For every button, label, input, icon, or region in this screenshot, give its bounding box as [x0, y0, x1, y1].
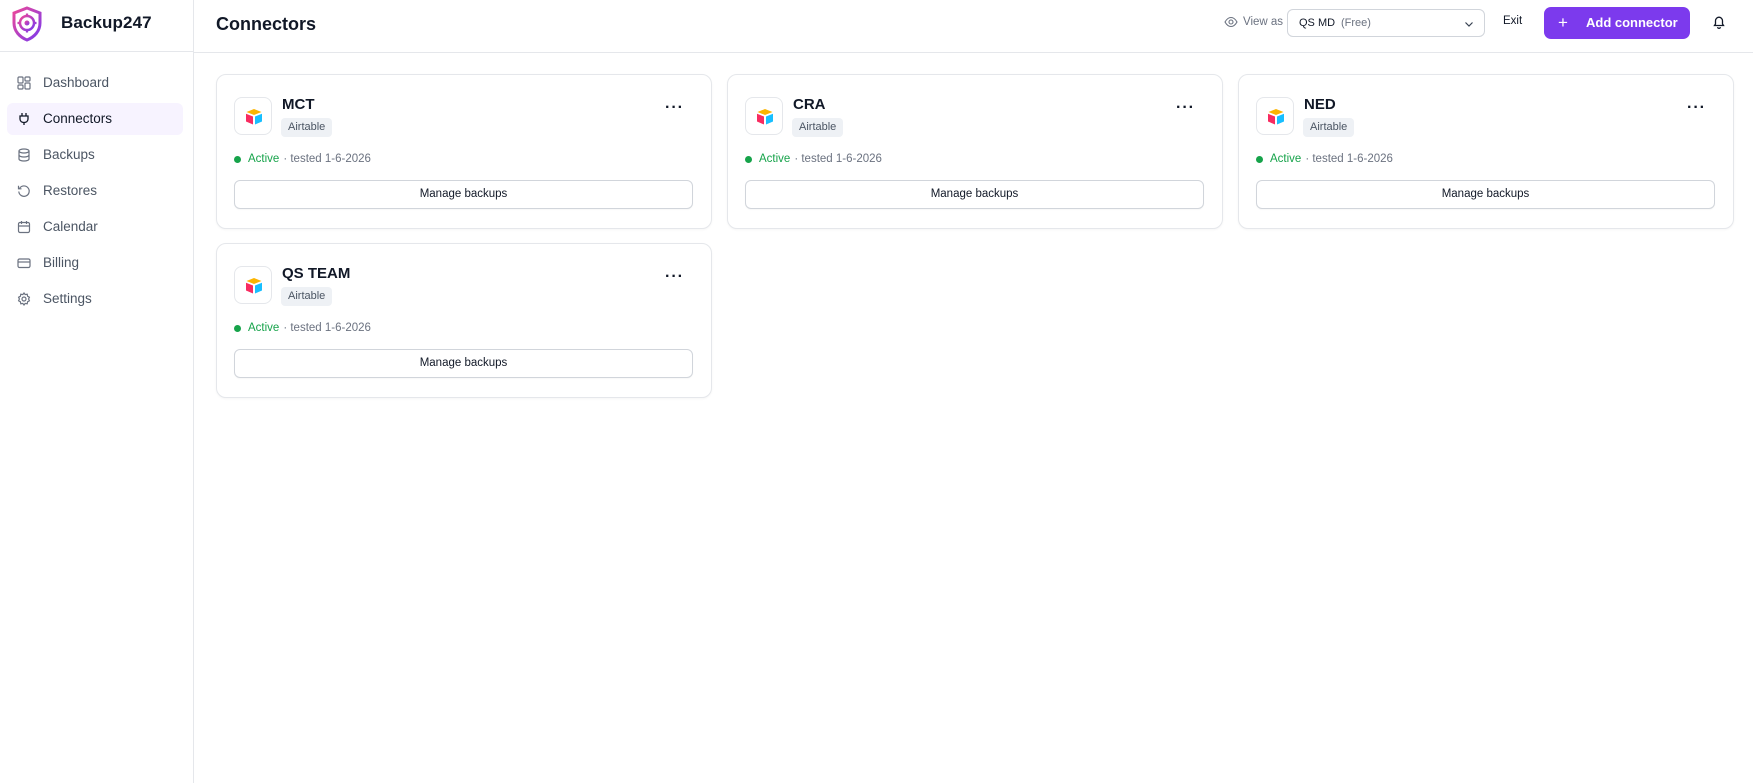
eye-icon [1224, 16, 1238, 28]
manage-backups-button[interactable]: Manage backups [745, 180, 1204, 209]
more-options-icon[interactable]: ··· [1687, 99, 1706, 117]
exit-button[interactable]: Exit [1503, 15, 1522, 27]
view-as-select[interactable]: QS MD (Free) [1287, 9, 1485, 37]
airtable-logo-icon [745, 97, 783, 135]
sidebar-item-connectors[interactable]: Connectors [7, 103, 183, 135]
sidebar-item-label: Dashboard [43, 75, 110, 90]
connector-type-badge: Airtable [1303, 118, 1355, 137]
plus-icon: + [1558, 13, 1568, 32]
view-as-select-plan: (Free) [1341, 17, 1371, 29]
status-dot [234, 155, 241, 163]
brand[interactable]: Backup247 [0, 0, 193, 52]
status-dot [234, 324, 241, 332]
more-options-icon[interactable]: ··· [665, 99, 684, 117]
connector-name: MCT [282, 96, 315, 113]
connector-card: NED Airtable ··· Active · tested 1-6-202… [1238, 74, 1734, 229]
airtable-logo-icon [234, 97, 272, 135]
connector-card: MCT Airtable ··· Active · tested 1-6-202… [216, 74, 712, 229]
credit-card-icon [17, 258, 31, 269]
sidebar-item-restores[interactable]: Restores [7, 175, 183, 207]
view-as-select-value: QS MD [1299, 17, 1336, 29]
connector-name: CRA [793, 96, 826, 113]
calendar-icon [17, 221, 31, 234]
connector-card: QS TEAM Airtable ··· Active · tested 1-6… [216, 243, 712, 398]
connector-card: CRA Airtable ··· Active · tested 1-6-202… [727, 74, 1223, 229]
connector-type-badge: Airtable [281, 287, 333, 306]
gear-icon [17, 292, 31, 306]
connector-type-badge: Airtable [281, 118, 333, 137]
connector-name: QS TEAM [282, 265, 351, 282]
bell-icon[interactable] [1711, 14, 1727, 30]
status-text: Active [248, 322, 280, 334]
tested-date: · tested 1-6-2026 [283, 322, 371, 334]
status-text: Active [248, 153, 280, 165]
airtable-logo-icon [234, 266, 272, 304]
status-text: Active [1270, 153, 1302, 165]
app-name: Backup247 [61, 13, 152, 32]
sidebar-nav: Dashboard Connectors Backups Restores Ca… [7, 67, 183, 319]
sidebar: Backup247 Dashboard Connectors Backups R… [0, 0, 194, 783]
airtable-logo-icon [1256, 97, 1294, 135]
connector-type-badge: Airtable [792, 118, 844, 137]
status-text: Active [759, 153, 791, 165]
tested-date: · tested 1-6-2026 [283, 153, 371, 165]
sidebar-item-settings[interactable]: Settings [7, 283, 183, 315]
manage-backups-button[interactable]: Manage backups [234, 349, 693, 378]
dashboard-icon [17, 76, 31, 90]
sidebar-item-label: Connectors [43, 111, 113, 126]
page-title: Connectors [216, 14, 317, 34]
top-header: Connectors View as QS MD (Free) Exit + A… [194, 0, 1753, 53]
sidebar-item-backups[interactable]: Backups [7, 139, 183, 171]
sidebar-item-calendar[interactable]: Calendar [7, 211, 183, 243]
sidebar-item-label: Billing [43, 255, 80, 270]
connector-status: Active · tested 1-6-2026 [1256, 153, 1393, 165]
add-connector-label: Add connector [1586, 15, 1678, 30]
sidebar-item-label: Settings [43, 291, 92, 306]
database-icon [18, 148, 30, 162]
manage-backups-button[interactable]: Manage backups [1256, 180, 1715, 209]
sidebar-item-label: Restores [43, 183, 98, 198]
more-options-icon[interactable]: ··· [1176, 99, 1195, 117]
connector-status: Active · tested 1-6-2026 [234, 322, 371, 334]
sidebar-item-billing[interactable]: Billing [7, 247, 183, 279]
sidebar-item-label: Calendar [43, 219, 98, 234]
plug-icon [19, 113, 29, 125]
connector-status: Active · tested 1-6-2026 [745, 153, 882, 165]
view-as-label: View as [1243, 16, 1284, 28]
sidebar-item-dashboard[interactable]: Dashboard [7, 67, 183, 99]
connector-status: Active · tested 1-6-2026 [234, 153, 371, 165]
connector-name: NED [1304, 96, 1336, 113]
sidebar-item-label: Backups [43, 147, 95, 162]
chevron-down-icon [1465, 22, 1473, 27]
add-connector-button[interactable]: + Add connector [1544, 7, 1690, 39]
status-dot [1256, 155, 1263, 163]
tested-date: · tested 1-6-2026 [1305, 153, 1393, 165]
tested-date: · tested 1-6-2026 [794, 153, 882, 165]
more-options-icon[interactable]: ··· [665, 268, 684, 286]
shield-gear-logo-icon [12, 6, 42, 42]
view-as: View as [1224, 15, 1283, 29]
manage-backups-button[interactable]: Manage backups [234, 180, 693, 209]
restore-icon [17, 185, 30, 197]
status-dot [745, 155, 752, 163]
